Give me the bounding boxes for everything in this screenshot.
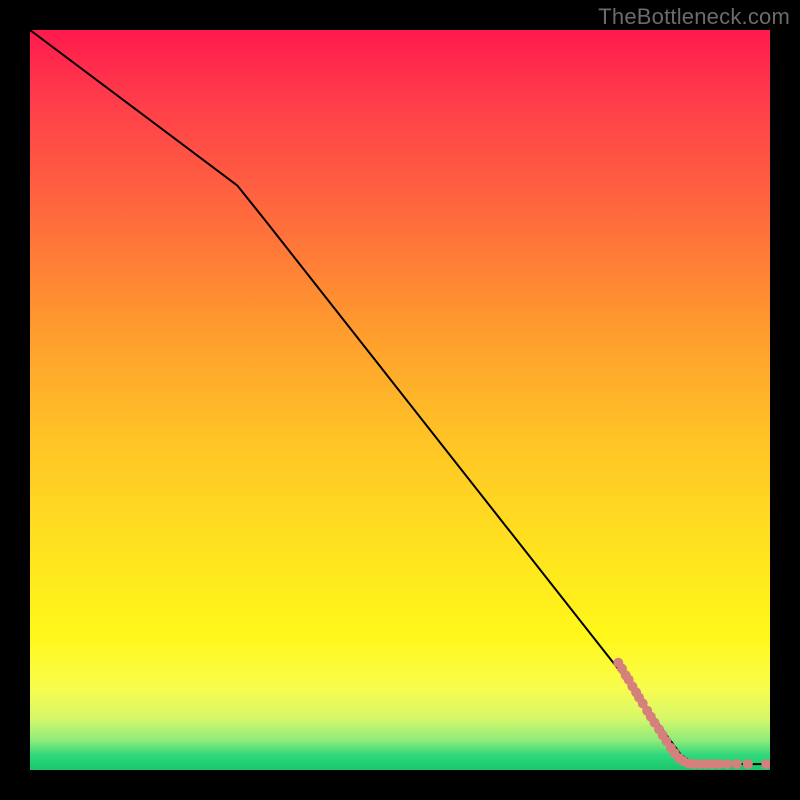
chart-svg — [30, 30, 770, 770]
chart-frame: TheBottleneck.com — [0, 0, 800, 800]
curve-line — [30, 30, 770, 764]
data-point — [732, 759, 742, 769]
plot-area — [30, 30, 770, 770]
data-point — [722, 759, 732, 769]
watermark-label: TheBottleneck.com — [598, 4, 790, 30]
data-point — [743, 759, 753, 769]
data-point — [761, 759, 770, 769]
